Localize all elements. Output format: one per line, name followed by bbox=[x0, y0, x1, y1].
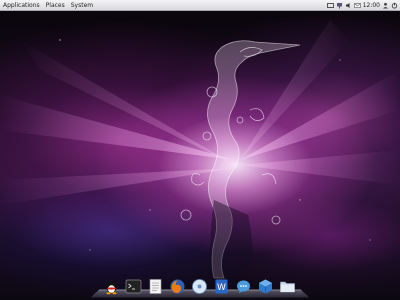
folder-icon[interactable] bbox=[279, 278, 296, 295]
virtualbox-icon[interactable] bbox=[257, 278, 274, 295]
dock: W bbox=[103, 275, 296, 295]
mail-icon[interactable] bbox=[353, 2, 361, 9]
system-tray: 12:00 bbox=[326, 0, 398, 11]
top-panel: Applications Places System 12:00 bbox=[0, 0, 400, 11]
network-icon[interactable] bbox=[336, 2, 343, 9]
office-writer-icon[interactable]: W bbox=[213, 278, 230, 295]
menu-system-label: System bbox=[70, 1, 94, 9]
user-icon[interactable] bbox=[382, 2, 389, 9]
wallpaper-art bbox=[0, 20, 400, 285]
menu-applications[interactable]: Applications bbox=[0, 0, 43, 11]
chat-icon[interactable] bbox=[235, 278, 252, 295]
menu-places[interactable]: Places bbox=[43, 0, 68, 11]
power-icon[interactable] bbox=[391, 2, 398, 9]
svg-text:W: W bbox=[217, 283, 226, 293]
menu-places-label: Places bbox=[45, 1, 65, 9]
menu-applications-label: Applications bbox=[3, 1, 40, 9]
qq-icon[interactable] bbox=[103, 278, 120, 295]
text-editor-icon[interactable] bbox=[147, 278, 164, 295]
terminal-icon[interactable] bbox=[125, 278, 142, 295]
media-player-icon[interactable] bbox=[191, 278, 208, 295]
menu-system[interactable]: System bbox=[68, 0, 96, 11]
clock[interactable]: 12:00 bbox=[363, 2, 380, 9]
volume-icon[interactable] bbox=[345, 2, 352, 9]
firefox-icon[interactable] bbox=[169, 278, 186, 295]
keyboard-icon[interactable] bbox=[326, 2, 334, 9]
